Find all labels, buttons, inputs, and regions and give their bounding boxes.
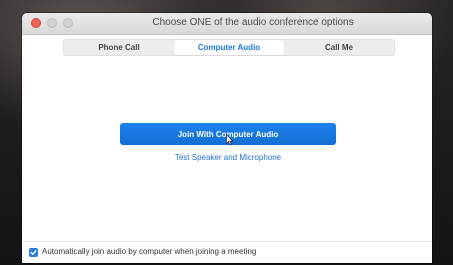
close-window-button[interactable] [31, 18, 41, 28]
mouse-cursor-icon [226, 134, 234, 146]
tab-call-me[interactable]: Call Me [284, 40, 394, 55]
minimize-window-button[interactable] [47, 18, 57, 28]
auto-join-checkbox[interactable] [29, 248, 38, 257]
checkmark-icon [30, 249, 37, 255]
test-speaker-microphone-link[interactable]: Test Speaker and Microphone [120, 153, 336, 162]
zoom-window-button[interactable] [63, 18, 73, 28]
audio-option-tabs: Phone Call Computer Audio Call Me [63, 39, 395, 56]
auto-join-label[interactable]: Automatically join audio by computer whe… [42, 247, 256, 256]
tab-phone-call[interactable]: Phone Call [64, 40, 174, 55]
dialog-footer: Automatically join audio by computer whe… [22, 241, 432, 263]
dialog-title: Choose ONE of the audio conference optio… [152, 17, 354, 28]
audio-options-dialog: Choose ONE of the audio conference optio… [22, 13, 432, 263]
tab-computer-audio[interactable]: Computer Audio [174, 40, 284, 55]
title-bar: Choose ONE of the audio conference optio… [22, 13, 432, 35]
